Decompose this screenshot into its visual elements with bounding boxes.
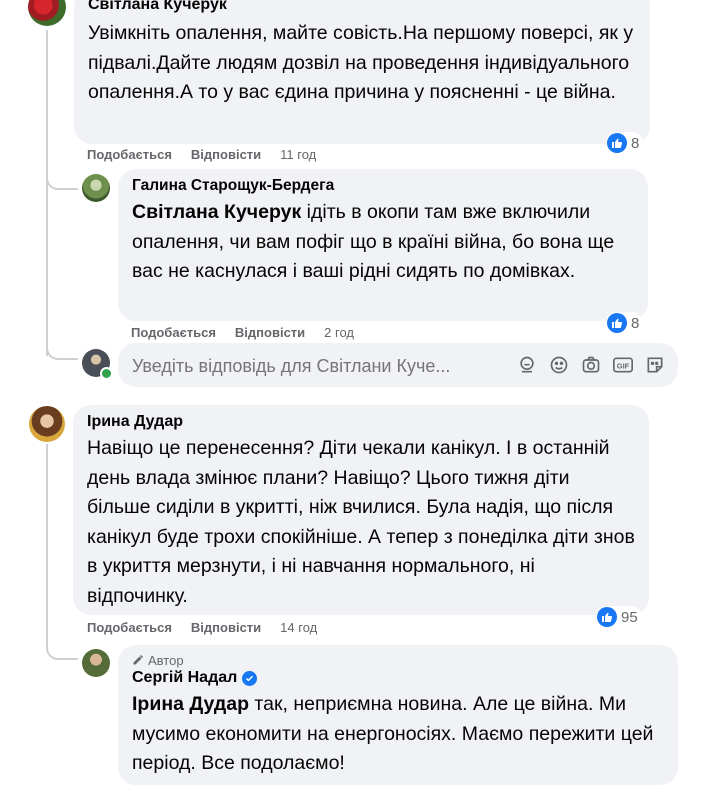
like-count: 95	[621, 608, 638, 626]
like-button[interactable]: Подобається	[87, 620, 172, 635]
comment-actions: Подобається Відповісти 11 год	[87, 145, 316, 163]
emoji-icon[interactable]	[548, 354, 570, 376]
pencil-icon	[133, 655, 143, 665]
comment-actions: Подобається Відповісти 14 год	[87, 618, 317, 636]
reaction-count[interactable]: 8	[606, 312, 644, 334]
camera-icon[interactable]	[580, 354, 602, 376]
comment-bubble: Світлана Кучерук Увімкніть опалення, май…	[74, 0, 650, 144]
svg-text:GIF: GIF	[617, 361, 630, 370]
reply-bubble: Галина Старощук-Бердега Світлана Кучерук…	[118, 169, 648, 321]
avatar[interactable]	[28, 0, 66, 26]
reply-author[interactable]: Галина Старощук-Бердега	[132, 176, 634, 196]
thread-line	[46, 30, 48, 356]
like-count: 8	[631, 314, 640, 332]
comment-text: Навіщо це перенесення? Діти чекали канік…	[87, 437, 635, 607]
online-status-dot	[100, 367, 113, 380]
avatar-sticker-icon[interactable]	[516, 354, 538, 376]
reply-actions: Подобається Відповісти 2 год	[131, 323, 354, 341]
reply-button[interactable]: Відповісти	[191, 620, 261, 635]
comment-author[interactable]: Ірина Дудар	[87, 412, 635, 432]
reply-button[interactable]: Відповісти	[235, 325, 305, 340]
comment-author[interactable]: Світлана Кучерук	[88, 0, 636, 15]
thread-branch	[46, 170, 78, 190]
reply-input-box[interactable]: GIF	[118, 343, 678, 387]
verified-badge-icon	[242, 670, 258, 686]
thread-line	[46, 444, 48, 649]
avatar[interactable]	[82, 649, 110, 677]
like-count: 8	[631, 134, 640, 152]
reply-text: Світлана Кучерук ідіть в окопи там вже в…	[132, 201, 615, 282]
author-badge: Автор	[132, 652, 664, 668]
thread-branch	[46, 640, 78, 660]
like-button[interactable]: Подобається	[131, 325, 216, 340]
reaction-count[interactable]: 95	[596, 606, 642, 628]
reply-bubble: Автор Сергій Надал Ірина Дудар так, непр…	[118, 645, 678, 785]
avatar[interactable]	[82, 174, 110, 202]
thumbs-up-icon	[607, 133, 627, 153]
like-button[interactable]: Подобається	[87, 147, 172, 162]
avatar[interactable]	[29, 406, 65, 442]
comment-text: Увімкніть опалення, майте совість.На пер…	[88, 22, 634, 103]
reaction-count[interactable]: 8	[606, 132, 644, 154]
reply-text: Ірина Дудар так, неприємна новина. Але ц…	[132, 693, 654, 774]
mention-link[interactable]: Ірина Дудар	[132, 693, 249, 715]
reply-time[interactable]: 2 год	[324, 325, 354, 340]
comment-time[interactable]: 11 год	[280, 147, 316, 162]
comment-bubble: Ірина Дудар Навіщо це перенесення? Діти …	[73, 405, 649, 615]
mention-link[interactable]: Світлана Кучерук	[132, 201, 301, 223]
reply-input[interactable]	[130, 351, 514, 381]
thumbs-up-icon	[607, 313, 627, 333]
reply-author[interactable]: Сергій Надал	[132, 668, 664, 688]
thread-branch	[46, 340, 78, 360]
sticker-icon[interactable]	[644, 354, 666, 376]
reply-button[interactable]: Відповісти	[191, 147, 261, 162]
comment-time[interactable]: 14 год	[280, 620, 317, 635]
gif-icon[interactable]: GIF	[612, 354, 634, 376]
thumbs-up-icon	[597, 607, 617, 627]
